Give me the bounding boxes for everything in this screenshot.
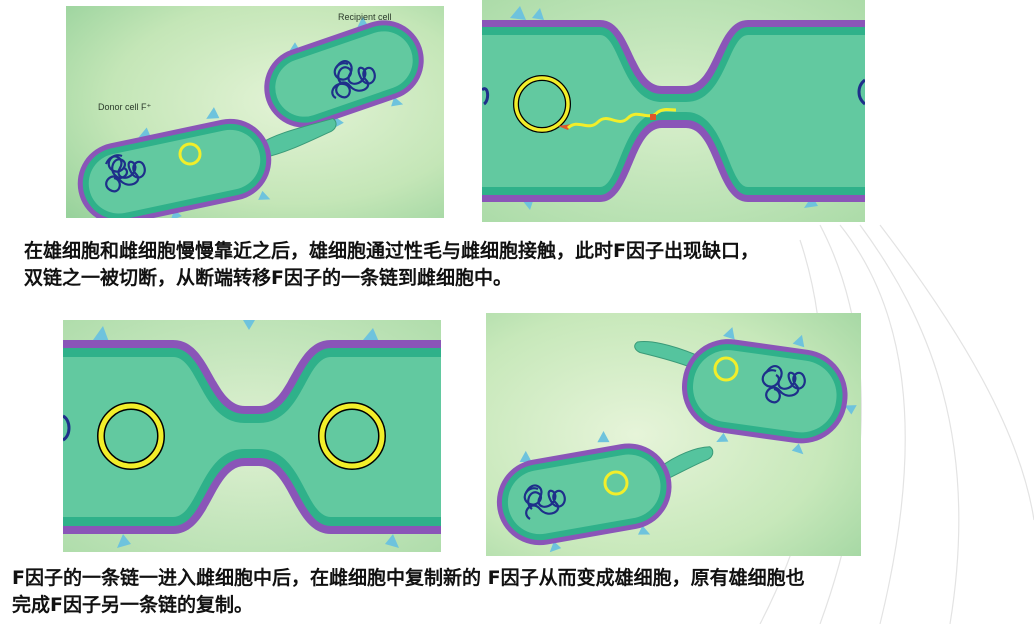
caption-bottom-line-2: 完成F因子另一条链的复制。 bbox=[12, 594, 253, 616]
recipient-cell-label: Recipient cell bbox=[338, 12, 392, 22]
panel-replication bbox=[63, 320, 441, 552]
caption-top-line-2: 双链之一被切断，从断端转移F因子的一条链到雌细胞中。 bbox=[24, 267, 512, 289]
panel-two-donor-cells bbox=[486, 313, 861, 556]
donor-cell-label: Donor cell F⁺ bbox=[98, 102, 152, 112]
panel-strand-transfer bbox=[482, 0, 865, 222]
panel-cells-approach: Recipient cell Donor cell F⁺ bbox=[66, 6, 444, 218]
caption-bottom-line-1: F因子的一条链一进入雌细胞中后，在雌细胞中复制新的 F因子从而变成雄细胞，原有雄… bbox=[12, 567, 805, 589]
caption-top-line-1: 在雄细胞和雌细胞慢慢靠近之后，雄细胞通过性毛与雌细胞接触，此时F因子出现缺口， bbox=[24, 240, 759, 262]
